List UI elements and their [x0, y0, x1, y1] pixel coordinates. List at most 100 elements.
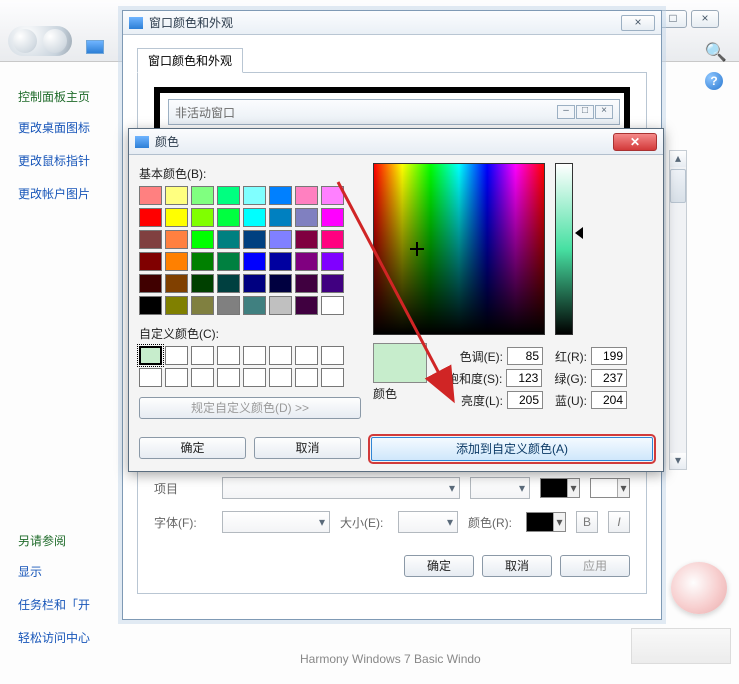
basic-color-swatch[interactable]: [191, 230, 214, 249]
basic-color-swatch[interactable]: [191, 252, 214, 271]
custom-color-swatch[interactable]: [217, 346, 240, 365]
basic-color-swatch[interactable]: [165, 208, 188, 227]
basic-color-swatch[interactable]: [191, 296, 214, 315]
italic-toggle[interactable]: I: [608, 511, 630, 533]
basic-color-swatch[interactable]: [321, 252, 344, 271]
basic-color-swatch[interactable]: [295, 208, 318, 227]
basic-color-swatch[interactable]: [191, 186, 214, 205]
sidebar-link-mouse-pointer[interactable]: 更改鼠标指针: [18, 152, 118, 169]
scroll-down-icon[interactable]: ▾: [670, 453, 686, 469]
maximize-button[interactable]: □: [659, 10, 687, 28]
green-input[interactable]: [591, 369, 627, 387]
custom-color-swatch[interactable]: [191, 346, 214, 365]
close-button[interactable]: ×: [691, 10, 719, 28]
basic-color-swatch[interactable]: [295, 296, 318, 315]
blue-input[interactable]: [591, 391, 627, 409]
basic-color-swatch[interactable]: [165, 230, 188, 249]
custom-color-swatch[interactable]: [217, 368, 240, 387]
basic-color-swatch[interactable]: [217, 230, 240, 249]
basic-color-swatch[interactable]: [165, 274, 188, 293]
basic-color-swatch[interactable]: [139, 208, 162, 227]
basic-color-swatch[interactable]: [139, 252, 162, 271]
basic-color-swatch[interactable]: [165, 186, 188, 205]
custom-color-swatch[interactable]: [269, 368, 292, 387]
vertical-scrollbar[interactable]: ▴ ▾: [669, 150, 687, 470]
basic-color-swatch[interactable]: [269, 296, 292, 315]
basic-color-swatch[interactable]: [295, 252, 318, 271]
sidebar-link-display[interactable]: 显示: [18, 563, 118, 580]
basic-color-swatch[interactable]: [139, 274, 162, 293]
basic-color-swatch[interactable]: [321, 296, 344, 315]
sidebar-link-desktop-icons[interactable]: 更改桌面图标: [18, 119, 118, 136]
custom-color-swatch[interactable]: [295, 346, 318, 365]
basic-color-swatch[interactable]: [139, 230, 162, 249]
basic-color-swatch[interactable]: [269, 274, 292, 293]
font-color-swatch[interactable]: ▾: [526, 512, 566, 532]
basic-color-swatch[interactable]: [243, 252, 266, 271]
basic-color-swatch[interactable]: [217, 274, 240, 293]
basic-color-swatch[interactable]: [321, 274, 344, 293]
sat-input[interactable]: [506, 369, 542, 387]
basic-color-swatch[interactable]: [243, 274, 266, 293]
item-color2-swatch[interactable]: ▾: [590, 478, 630, 498]
basic-color-swatch[interactable]: [191, 208, 214, 227]
red-input[interactable]: [591, 347, 627, 365]
lum-input[interactable]: [507, 391, 543, 409]
basic-color-swatch[interactable]: [269, 230, 292, 249]
basic-color-swatch[interactable]: [217, 186, 240, 205]
basic-color-swatch[interactable]: [295, 230, 318, 249]
ok-button[interactable]: 确定: [404, 555, 474, 577]
custom-color-swatch[interactable]: [321, 368, 344, 387]
basic-color-swatch[interactable]: [165, 252, 188, 271]
custom-color-swatch[interactable]: [243, 346, 266, 365]
item-color-swatch[interactable]: ▾: [540, 478, 580, 498]
font-combobox[interactable]: ▾: [222, 511, 330, 533]
basic-color-swatch[interactable]: [139, 186, 162, 205]
basic-color-swatch[interactable]: [269, 208, 292, 227]
sidebar-link-ease-of-access[interactable]: 轻松访问中心: [18, 629, 118, 646]
basic-color-swatch[interactable]: [321, 208, 344, 227]
basic-color-swatch[interactable]: [243, 208, 266, 227]
basic-color-swatch[interactable]: [165, 296, 188, 315]
custom-color-swatch[interactable]: [295, 368, 318, 387]
luminance-slider[interactable]: [555, 163, 573, 335]
basic-color-swatch[interactable]: [269, 186, 292, 205]
custom-color-swatch[interactable]: [165, 368, 188, 387]
scroll-thumb[interactable]: [670, 169, 686, 203]
basic-color-swatch[interactable]: [217, 296, 240, 315]
custom-color-swatch[interactable]: [243, 368, 266, 387]
custom-color-swatch[interactable]: [321, 346, 344, 365]
bold-toggle[interactable]: B: [576, 511, 598, 533]
dialog-close-button[interactable]: ✕: [613, 133, 657, 151]
basic-color-swatch[interactable]: [295, 274, 318, 293]
basic-color-swatch[interactable]: [243, 186, 266, 205]
scroll-up-icon[interactable]: ▴: [670, 151, 686, 167]
custom-color-swatch[interactable]: [139, 368, 162, 387]
basic-color-swatch[interactable]: [217, 252, 240, 271]
cancel-button[interactable]: 取消: [482, 555, 552, 577]
item-combobox[interactable]: ▾: [222, 477, 460, 499]
basic-color-swatch[interactable]: [321, 186, 344, 205]
hue-input[interactable]: [507, 347, 543, 365]
sidebar-link-taskbar[interactable]: 任务栏和「开: [18, 596, 118, 613]
nav-back-forward[interactable]: [8, 26, 72, 56]
basic-color-swatch[interactable]: [243, 296, 266, 315]
basic-color-swatch[interactable]: [191, 274, 214, 293]
custom-color-swatch[interactable]: [165, 346, 188, 365]
item-size-combobox[interactable]: ▾: [470, 477, 530, 499]
basic-color-swatch[interactable]: [217, 208, 240, 227]
color-field[interactable]: [373, 163, 545, 335]
custom-color-swatch[interactable]: [139, 346, 162, 365]
custom-color-swatch[interactable]: [269, 346, 292, 365]
basic-color-swatch[interactable]: [321, 230, 344, 249]
sidebar-link-account-picture[interactable]: 更改帐户图片: [18, 185, 118, 202]
tab-appearance[interactable]: 窗口颜色和外观: [137, 48, 243, 73]
add-to-custom-button[interactable]: 添加到自定义颜色(A): [371, 437, 653, 461]
help-icon[interactable]: ?: [705, 72, 723, 90]
basic-color-swatch[interactable]: [295, 186, 318, 205]
search-icon[interactable]: 🔍: [705, 42, 727, 63]
basic-color-swatch[interactable]: [243, 230, 266, 249]
basic-color-swatch[interactable]: [139, 296, 162, 315]
define-custom-button[interactable]: 规定自定义颜色(D) >>: [139, 397, 361, 419]
basic-color-swatch[interactable]: [269, 252, 292, 271]
